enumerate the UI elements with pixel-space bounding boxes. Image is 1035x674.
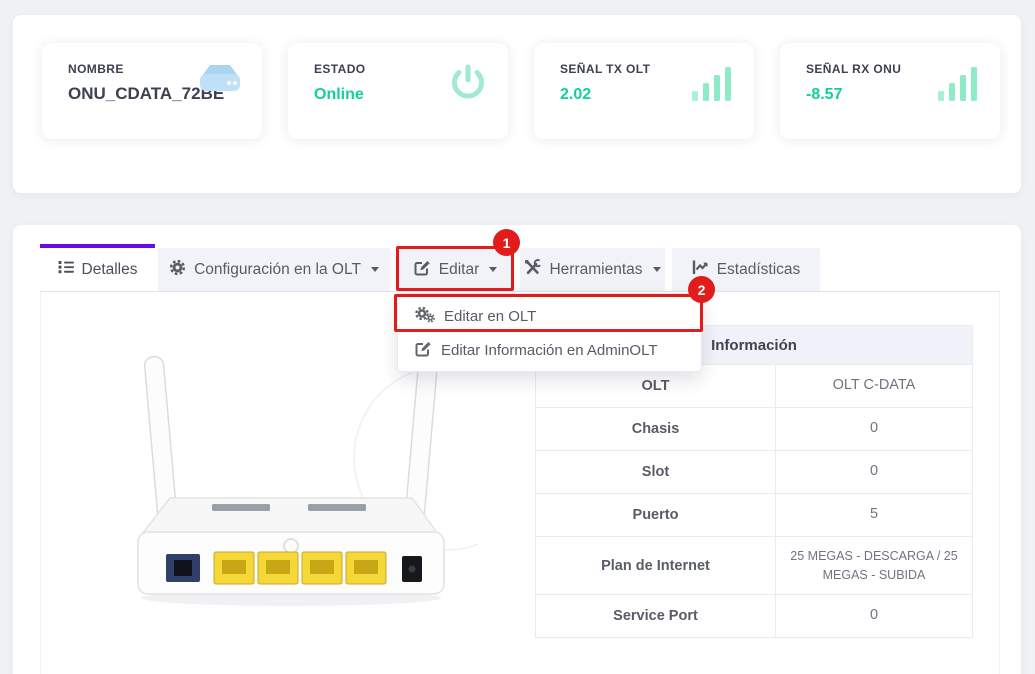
tools-icon (524, 259, 541, 281)
tab-configuracion-olt[interactable]: Configuración en la OLT (158, 248, 390, 291)
onu-device-image (108, 348, 478, 610)
edit-icon (414, 259, 431, 281)
tab-label: Estadísticas (717, 261, 801, 279)
annotation-badge-1: 1 (493, 229, 520, 256)
chevron-down-icon (653, 267, 661, 272)
tab-detalles[interactable]: Detalles (40, 244, 155, 291)
stat-label: SEÑAL RX ONU (806, 62, 901, 76)
row-value: 0 (776, 451, 972, 493)
row-value: 0 (776, 408, 972, 450)
stat-card-senal-rx: SEÑAL RX ONU -8.57 (780, 43, 1000, 139)
stat-card-nombre: NOMBRE ONU_CDATA_72BE (42, 43, 262, 139)
row-label: Service Port (536, 595, 776, 637)
menu-item-editar-informacion-adminolt[interactable]: Editar Información en AdminOLT (398, 333, 701, 367)
stat-card-estado: ESTADO Online (288, 43, 508, 139)
edit-icon (415, 340, 432, 361)
stat-label: ESTADO (314, 62, 366, 76)
tab-herramientas[interactable]: Herramientas (520, 248, 665, 291)
menu-item-label: Editar Información en AdminOLT (441, 342, 658, 359)
tab-label: Configuración en la OLT (194, 261, 361, 279)
annotation-badge-2: 2 (688, 276, 715, 303)
stat-label: SEÑAL TX OLT (560, 62, 650, 76)
signal-bars-icon (938, 65, 980, 108)
tab-editar[interactable]: Editar (398, 248, 513, 291)
server-icon (198, 63, 242, 100)
stat-label: NOMBRE (68, 62, 124, 76)
menu-item-label: Editar en OLT (444, 308, 536, 325)
tab-label: Detalles (82, 261, 138, 279)
editar-dropdown-menu: Editar en OLT Editar Información en Admi… (397, 293, 702, 372)
table-row: Puerto 5 (536, 493, 972, 536)
row-label: Slot (536, 451, 776, 493)
list-icon (58, 259, 74, 280)
table-row: Chasis 0 (536, 407, 972, 450)
stat-card-senal-tx: SEÑAL TX OLT 2.02 (534, 43, 754, 139)
table-row: Slot 0 (536, 450, 972, 493)
gears-icon (415, 306, 435, 327)
chevron-down-icon (371, 267, 379, 272)
stat-value: -8.57 (806, 86, 842, 104)
stat-value: 2.02 (560, 86, 591, 104)
row-value: 5 (776, 494, 972, 536)
stat-value: Online (314, 86, 364, 104)
tab-label: Editar (439, 261, 480, 279)
row-label: Puerto (536, 494, 776, 536)
table-row: Service Port 0 (536, 594, 972, 637)
menu-item-editar-en-olt[interactable]: Editar en OLT (398, 299, 701, 333)
power-icon (448, 63, 488, 108)
row-value: 0 (776, 595, 972, 637)
row-label: Plan de Internet (536, 537, 776, 594)
signal-bars-icon (692, 65, 734, 108)
row-value: OLT C-DATA (776, 365, 972, 407)
table-row: Plan de Internet 25 MEGAS - DESCARGA / 2… (536, 536, 972, 594)
tab-label: Herramientas (549, 261, 642, 279)
onu-detail-page: NOMBRE ONU_CDATA_72BE ESTADO Online SEÑA… (0, 0, 1035, 674)
row-label: Chasis (536, 408, 776, 450)
gear-icon (169, 259, 186, 281)
chevron-down-icon (489, 267, 497, 272)
row-value: 25 MEGAS - DESCARGA / 25 MEGAS - SUBIDA (776, 537, 972, 594)
